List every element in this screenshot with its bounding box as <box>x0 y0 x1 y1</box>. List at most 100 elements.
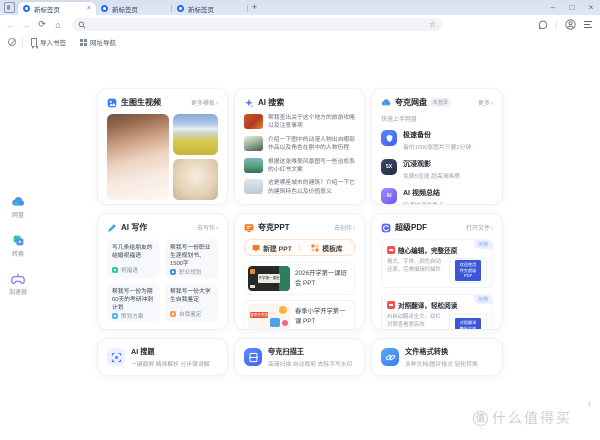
landscape-sample-image[interactable] <box>173 114 218 155</box>
side-nav: 网盘 转换 加速器 <box>0 50 36 440</box>
shortcut-ai-solve[interactable]: AI 搜题 一键截屏 精准解析 分步骤讲解 <box>97 338 228 376</box>
chat-icon[interactable] <box>538 20 548 30</box>
feature-desc: 备份1000张图片只要2分钟 <box>403 145 472 151</box>
anime-thumb-image <box>244 135 263 151</box>
ppt-template-item[interactable]: 开学第一课班会 2026开学第一课班会 PPT <box>244 262 355 295</box>
pdf-icon <box>387 246 395 254</box>
tab-divider <box>247 5 248 12</box>
drive-feature-movie[interactable]: 5X 沉浸观影 免费5倍速 超高清画质 <box>381 159 493 180</box>
card-title: 生图生视频 <box>121 98 161 107</box>
writing-prompt[interactable]: 帮我写一份大学生自我鉴定 自我鉴定 <box>165 283 218 322</box>
search-icon <box>78 21 86 28</box>
more-link[interactable]: 更多› <box>478 98 493 107</box>
watermark-text: 什么值得买 <box>492 410 572 426</box>
maximize-button[interactable]: □ <box>567 3 577 12</box>
card-title: 夸克PPT <box>258 223 290 232</box>
ai-search-suggestion[interactable]: 帮我查出关于这个地方的旅游攻略以及注意事项 <box>244 114 355 131</box>
chevron-right-icon: › <box>353 226 355 232</box>
food-thumb-image <box>244 114 263 129</box>
tab-active[interactable]: 新标签页 × <box>18 2 96 15</box>
shield-icon <box>381 130 397 146</box>
cloud-icon <box>381 99 391 106</box>
tag-label: 职业规划 <box>179 270 202 277</box>
portrait-sample-image[interactable] <box>107 114 169 200</box>
feature-desc: 网课快速抓重点 <box>403 200 444 204</box>
shortcut-file-convert[interactable]: 文件格式转换 多种文档/图片格式 轻松转换 <box>371 338 503 376</box>
sidenav-item-drive[interactable]: 网盘 <box>11 195 25 219</box>
tab-search-icon[interactable] <box>4 2 15 13</box>
ai-search-suggestion[interactable]: 这是哪座城市的建筑？介绍一下它的建筑特色以及价值意义 <box>244 179 355 196</box>
pdf-feature-translate[interactable]: 示例 对照翻译，轻松阅读 AI自动翻译全文，双栏对照查看更高效 对照翻译 整份文… <box>381 294 493 329</box>
grid-icon <box>80 38 87 46</box>
menu-icon[interactable] <box>584 21 592 28</box>
go-create-link[interactable]: 去创作› <box>334 223 355 232</box>
card-title: AI 搜索 <box>258 98 285 107</box>
sidenav-item-booster[interactable]: 加速器 <box>9 273 27 296</box>
plush-cat-sample-image[interactable] <box>173 159 218 200</box>
pdf-sample-thumb: 对照翻译 整份文档 <box>449 313 487 329</box>
profile-icon[interactable] <box>565 19 576 30</box>
shortcut-scanner[interactable]: 夸克扫描王 高清扫描 自动裁剪 去除手写水印 <box>234 338 365 376</box>
tab-close-icon[interactable]: × <box>87 5 91 12</box>
new-tab-button[interactable]: + <box>252 1 257 14</box>
toolbar: ← → ⟳ ⌂ ☆ <box>0 15 600 34</box>
sidenav-item-convert[interactable]: 转换 <box>12 234 25 258</box>
chevron-right-icon: › <box>216 101 218 107</box>
feature-grid: 生图生视频 更多模板› AI 搜索 帮我查出关于这个地方的旅游攻略以及注意事项 … <box>97 88 503 376</box>
tag-label: 祝福语 <box>121 268 138 274</box>
minimize-button[interactable]: – <box>548 3 558 12</box>
card-ai-search: AI 搜索 帮我查出关于这个地方的旅游攻略以及注意事项 介绍一下图中的动漫人物出… <box>234 88 365 205</box>
feature-title: AI 视频总结 <box>403 190 440 197</box>
sparkle-icon <box>244 98 254 108</box>
tag-label: 策划方案 <box>121 314 144 321</box>
reload-icon[interactable]: ⟳ <box>34 19 50 30</box>
card-title: 夸克网盘 <box>395 98 427 107</box>
tab-label: 新标签页 <box>188 6 214 14</box>
drive-feature-ai-summary[interactable]: AI AI 视频总结 网课快速抓重点 <box>381 188 493 204</box>
address-search-input[interactable]: ☆ <box>72 18 442 31</box>
site-nav-label: 网址导航 <box>90 40 116 47</box>
new-ppt-button[interactable]: 新建 PPT <box>245 243 299 253</box>
player-5x-icon: 5X <box>381 159 397 175</box>
bookmarks-bar: 导入书签 网址导航 <box>0 34 600 50</box>
bookmark-icon <box>31 38 38 49</box>
bookmarks-divider <box>22 37 23 47</box>
login-status-badge: 未登录 <box>430 98 451 107</box>
tag-icon <box>170 311 176 317</box>
ppt-template-item[interactable]: 春季开学第一课 春季小学开学第一课 PPT <box>244 300 355 329</box>
site-nav-button[interactable]: 网址导航 <box>80 37 116 47</box>
ppt-template-thumb: 春季开学第一课 <box>248 304 290 329</box>
convert-icon <box>13 235 23 245</box>
window-controls: – □ × <box>548 0 596 14</box>
go-write-link[interactable]: 去写作› <box>197 223 218 232</box>
tag-icon <box>112 313 118 320</box>
writing-prompt[interactable]: 帮我写一份职业生涯规划书、1500字 职业规划 <box>165 239 218 278</box>
writing-prompt[interactable]: 写几条给朋友的结婚祝福语 祝福语 <box>107 239 160 278</box>
ppt-template-thumb: 开学第一课班会 <box>248 266 290 291</box>
forward-icon[interactable]: → <box>18 20 34 30</box>
ai-search-suggestion[interactable]: 介绍一下图中的动漫人物出自哪部作品以及角色在剧中的人物历程 <box>244 135 355 153</box>
pdf-feature-edit[interactable]: 示例 随心编辑，完整还原 格式、字体、颜色自动还原，完美编辑扫描件 欢迎使用 夸… <box>381 239 493 288</box>
cloud-icon <box>12 196 25 206</box>
sidenav-label: 加速器 <box>8 289 27 296</box>
ai-search-suggestion[interactable]: 根据这张唯美风景图写一些治愈系的小红书文案 <box>244 157 355 175</box>
new-ppt-icon <box>252 244 260 251</box>
link-convert-icon <box>381 348 399 366</box>
home-icon[interactable]: ⌂ <box>50 20 66 30</box>
template-library-button[interactable]: 模板库 <box>300 243 354 253</box>
writing-prompt[interactable]: 帮我写一份为期60天的考研冲刺计划 策划方案 <box>107 283 160 322</box>
back-icon[interactable]: ← <box>2 20 18 30</box>
import-bookmarks-button[interactable]: 导入书签 <box>31 37 66 49</box>
open-file-link[interactable]: 打开文件› <box>466 223 493 232</box>
more-templates-link[interactable]: 更多模板› <box>191 98 218 107</box>
card-cloud-drive: 夸克网盘 未登录 更多› 快速上手网盘 极速备份 备份1000张图片只要2分钟 … <box>371 88 503 205</box>
bookmark-star-icon[interactable]: ☆ <box>429 20 436 29</box>
drive-feature-backup[interactable]: 极速备份 备份1000张图片只要2分钟 <box>381 130 493 151</box>
close-button[interactable]: × <box>586 3 596 12</box>
tab-3[interactable]: 新标签页 <box>172 2 248 15</box>
import-bookmarks-label: 导入书签 <box>40 40 66 47</box>
card-ai-writing: AI 写作 去写作› 写几条给朋友的结婚祝福语 祝福语 帮我写一份职业生涯规划书… <box>97 213 228 330</box>
tab-2[interactable]: 新标签页 <box>96 2 172 15</box>
sidebar-toggle-icon[interactable] <box>8 38 16 46</box>
chevron-right-icon: › <box>216 226 218 232</box>
